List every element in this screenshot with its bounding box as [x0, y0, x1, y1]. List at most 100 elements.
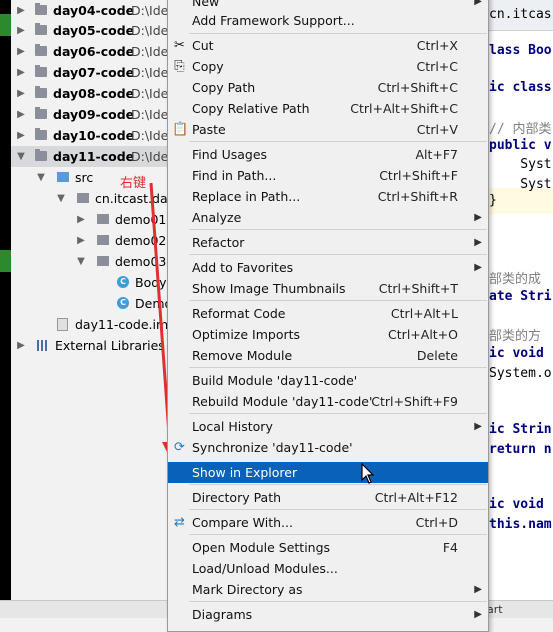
menu-item-mark-directory-as[interactable]: Mark Directory as ▶ [168, 579, 488, 600]
chevron-right-icon[interactable]: ▶ [75, 209, 87, 230]
menu-item-label: Find Usages [192, 147, 268, 162]
tree-item-label: Demo [135, 296, 171, 311]
menu-item-shortcut: Ctrl+Shift+F [379, 168, 458, 183]
menu-item-add-framework-support[interactable]: Add Framework Support... [168, 10, 488, 31]
menu-item-compare-with[interactable]: ⇄ Compare With... Ctrl+D [168, 512, 488, 533]
submenu-arrow-icon: ▶ [474, 421, 482, 432]
tree-item-day10[interactable]: ▶ day10-code D:\Ide [11, 125, 171, 146]
submenu-arrow-icon: ▶ [474, 609, 482, 620]
chevron-right-icon[interactable]: ▶ [15, 41, 27, 62]
menu-item-find-in-path[interactable]: Find in Path... Ctrl+Shift+F [168, 165, 488, 186]
menu-item-shortcut: Ctrl+Alt+L [390, 306, 458, 321]
menu-item-shortcut: Ctrl+D [415, 515, 458, 530]
tree-item-label: day08-code [53, 86, 135, 101]
tree-item-label: src [75, 170, 94, 185]
tree-item-demo02[interactable]: ▶ demo02 [11, 230, 171, 251]
tree-item-day04[interactable]: ▶ day04-code D:\Ide [11, 0, 171, 21]
chevron-right-icon[interactable]: ▶ [75, 230, 87, 251]
menu-item-copy-path[interactable]: Copy Path Ctrl+Shift+C [168, 77, 488, 98]
module-folder-icon [35, 107, 47, 119]
tree-item-body-class[interactable]: C Body [11, 272, 171, 293]
tree-item-demo01[interactable]: ▶ demo01 [11, 209, 171, 230]
chevron-right-icon[interactable]: ▶ [15, 62, 27, 83]
menu-item-diagrams[interactable]: Diagrams ▶ [168, 604, 488, 625]
tree-item-day05[interactable]: ▶ day05-code D:\Ide [11, 20, 171, 41]
context-menu: New ▶ Add Framework Support... ✂ Cut Ctr… [167, 0, 489, 632]
menu-item-shortcut: Ctrl+Alt+O [388, 327, 458, 342]
menu-item-label: Analyze [192, 210, 242, 225]
menu-item-label: Refactor [192, 235, 245, 250]
status-text: art [487, 603, 503, 616]
tree-item-package[interactable]: ▼ cn.itcast.day [11, 188, 171, 209]
chevron-down-icon[interactable]: ▼ [35, 167, 47, 188]
menu-item-paste[interactable]: 📋 Paste Ctrl+V [168, 119, 488, 140]
code-line: ic void [489, 346, 544, 361]
module-folder-icon [35, 86, 47, 98]
menu-item-refactor[interactable]: Refactor ▶ [168, 232, 488, 253]
menu-item-open-module-settings[interactable]: Open Module Settings F4 [168, 537, 488, 558]
chevron-down-icon[interactable]: ▼ [55, 188, 67, 209]
code-line: ate Stri [489, 289, 552, 304]
menu-item-label: Diagrams [192, 607, 253, 622]
chevron-down-icon[interactable]: ▼ [15, 146, 27, 167]
library-icon [37, 340, 49, 351]
menu-item-add-to-favorites[interactable]: Add to Favorites ▶ [168, 257, 488, 278]
code-line: ic class [489, 80, 552, 95]
chevron-right-icon[interactable]: ▶ [15, 335, 27, 356]
tree-item-demo03[interactable]: ▼ demo03 [11, 251, 171, 272]
menu-item-build-module[interactable]: Build Module 'day11-code' [168, 370, 488, 391]
chevron-right-icon[interactable]: ▶ [15, 125, 27, 146]
menu-item-synchronize[interactable]: ⟳ Synchronize 'day11-code' [168, 437, 488, 458]
menu-item-reformat-code[interactable]: Reformat Code Ctrl+Alt+L [168, 303, 488, 324]
menu-separator [189, 601, 487, 602]
tree-item-day08[interactable]: ▶ day08-code D:\Ide [11, 83, 171, 104]
menu-item-local-history[interactable]: Local History ▶ [168, 416, 488, 437]
left-edge-strip [0, 0, 11, 617]
tree-item-day11[interactable]: ▼ day11-code D:\Ide [11, 146, 171, 167]
tree-item-day07[interactable]: ▶ day07-code D:\Ide [11, 62, 171, 83]
tree-item-label: demo02 [115, 233, 167, 248]
tree-item-label: day04-code [53, 3, 135, 18]
tree-item-iml[interactable]: day11-code.iml [11, 314, 171, 335]
menu-item-shortcut: Ctrl+Alt+F12 [374, 490, 458, 505]
menu-item-remove-module[interactable]: Remove Module Delete [168, 345, 488, 366]
menu-item-directory-path[interactable]: Directory Path Ctrl+Alt+F12 [168, 487, 488, 508]
menu-item-show-in-explorer[interactable]: Show in Explorer [168, 462, 488, 483]
code-line: return n [489, 442, 552, 457]
tree-item-demo-class[interactable]: C Demo [11, 293, 171, 314]
tree-item-day09[interactable]: ▶ day09-code D:\Ide [11, 104, 171, 125]
chevron-down-icon[interactable]: ▼ [75, 251, 87, 272]
menu-item-label: Show in Explorer [192, 465, 298, 480]
menu-item-optimize-imports[interactable]: Optimize Imports Ctrl+Alt+O [168, 324, 488, 345]
chevron-right-icon[interactable]: ▶ [15, 104, 27, 125]
menu-item-find-usages[interactable]: Find Usages Alt+F7 [168, 144, 488, 165]
code-line: } [489, 193, 497, 208]
menu-item-cut[interactable]: ✂ Cut Ctrl+X [168, 35, 488, 56]
tree-item-label: day05-code [53, 23, 135, 38]
menu-item-copy-relative-path[interactable]: Copy Relative Path Ctrl+Alt+Shift+C [168, 98, 488, 119]
chevron-right-icon[interactable]: ▶ [15, 0, 27, 21]
tree-item-day06[interactable]: ▶ day06-code D:\Ide [11, 41, 171, 62]
menu-item-show-image-thumbnails[interactable]: Show Image Thumbnails Ctrl+Shift+T [168, 278, 488, 299]
tree-item-label: day11-code [53, 149, 135, 164]
chevron-right-icon[interactable]: ▶ [15, 83, 27, 104]
submenu-arrow-icon: ▶ [474, 262, 482, 273]
menu-item-label: Synchronize 'day11-code' [192, 440, 353, 455]
tree-item-label: External Libraries [55, 338, 165, 353]
menu-item-rebuild-module[interactable]: Rebuild Module 'day11-code' Ctrl+Shift+F… [168, 391, 488, 412]
menu-item-load-unload-modules[interactable]: Load/Unload Modules... [168, 558, 488, 579]
chevron-right-icon[interactable]: ▶ [15, 20, 27, 41]
package-icon [97, 256, 109, 266]
code-line: public v [489, 138, 552, 153]
menu-item-replace-in-path[interactable]: Replace in Path... Ctrl+Shift+R [168, 186, 488, 207]
menu-item-analyze[interactable]: Analyze ▶ [168, 207, 488, 228]
menu-item-copy[interactable]: ⎘ Copy Ctrl+C [168, 56, 488, 77]
tree-item-src[interactable]: ▼ src [11, 167, 171, 188]
tree-item-label: demo01 [115, 212, 167, 227]
left-edge-marker [0, 250, 11, 272]
submenu-arrow-icon: ▶ [474, 584, 482, 595]
code-editor[interactable]: cn.itcas lass Boo ic class // 内部类 public… [487, 0, 553, 600]
menu-item-shortcut: Ctrl+Alt+Shift+C [350, 101, 458, 116]
tree-item-external-libraries[interactable]: ▶ External Libraries [11, 335, 171, 356]
module-folder-icon [35, 44, 47, 56]
